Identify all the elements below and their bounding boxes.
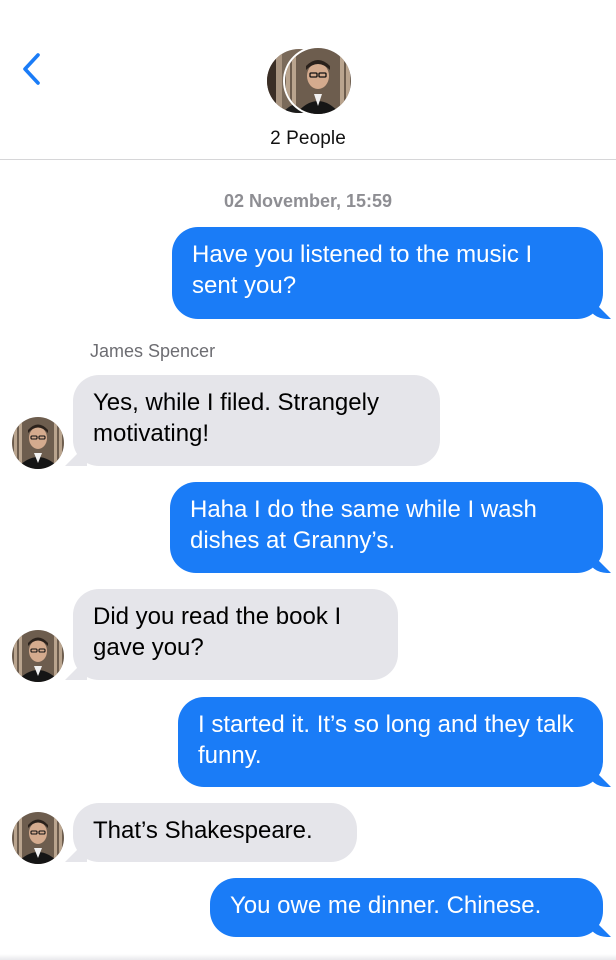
outgoing-message[interactable]: Haha I do the same while I wash dishes a…: [170, 482, 603, 573]
message-timestamp: 02 November, 15:59: [0, 191, 616, 212]
sender-name: James Spencer: [90, 341, 216, 361]
incoming-message[interactable]: Did you read the book I gave you?: [73, 589, 398, 680]
conversation-header: 2 People: [0, 0, 616, 160]
message-text: That’s Shakespeare.: [93, 817, 313, 844]
message-text: You owe me dinner. Chinese.: [230, 892, 542, 919]
incoming-message[interactable]: That’s Shakespeare.: [73, 803, 357, 862]
group-title[interactable]: 2 People: [0, 128, 616, 150]
timestamp-time: 15:59: [346, 191, 393, 211]
outgoing-message[interactable]: I started it. It’s so long and they talk…: [178, 697, 603, 787]
sender-avatar[interactable]: [12, 812, 64, 864]
sender-avatar[interactable]: [12, 630, 64, 682]
outgoing-message[interactable]: You owe me dinner. Chinese.: [210, 878, 603, 937]
back-button[interactable]: [14, 48, 48, 88]
incoming-message[interactable]: Yes, while I filed. Strangely motivating…: [73, 375, 440, 466]
outgoing-message[interactable]: Have you listened to the music I sent yo…: [172, 227, 603, 319]
message-text: I started it. It’s so long and they talk…: [198, 711, 574, 769]
message-text: Did you read the book I gave you?: [93, 603, 342, 661]
timestamp-date: 02 November,: [223, 191, 341, 211]
bottom-divider: [0, 954, 616, 960]
group-avatar[interactable]: [266, 46, 352, 116]
message-text: Yes, while I filed. Strangely motivating…: [93, 389, 379, 447]
message-text: Haha I do the same while I wash dishes a…: [190, 496, 537, 554]
message-text: Have you listened to the music I sent yo…: [192, 241, 533, 299]
sender-avatar[interactable]: [12, 417, 64, 469]
chevron-left-icon: [23, 53, 40, 85]
